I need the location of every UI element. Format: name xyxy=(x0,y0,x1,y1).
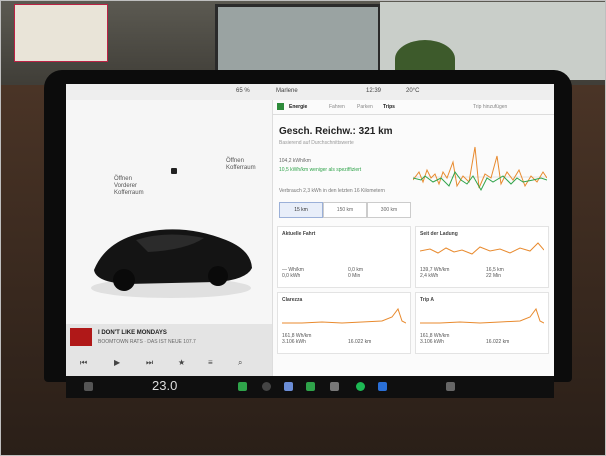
since-charge-graph xyxy=(420,242,544,255)
wall-poster xyxy=(14,4,108,62)
card-value-right: 0,0 km 0 Min xyxy=(348,267,364,279)
tab-energie[interactable]: Energie xyxy=(289,104,307,110)
station-name: BOOMTOWN RATS · DAS IST NEUE 107.7 xyxy=(98,339,196,345)
card-title: Aktuelle Fahrt xyxy=(282,231,316,237)
segment-150km[interactable]: 150 km xyxy=(323,202,367,218)
card-value-left: 161,8 Wh/km 3.106 kWh xyxy=(282,333,312,345)
segment-15km[interactable]: 15 km xyxy=(279,202,323,218)
user-profile[interactable]: Marlene xyxy=(276,88,298,94)
frunk-open-label[interactable]: Öffnen Vorderer Kofferraum xyxy=(114,176,144,197)
trip-a-graph xyxy=(420,307,544,324)
play-icon[interactable]: ▶ xyxy=(114,358,120,367)
energy-graph xyxy=(413,146,547,192)
touchscreen: 65 % Marlene 12:39 20°C Öffnen Vorderer … xyxy=(66,84,554,376)
card-value-left: 139,7 Wh/km 2,4 kWh xyxy=(420,267,450,279)
clock: 12:39 xyxy=(366,88,382,94)
card-value-right: 16.022 km xyxy=(348,339,372,345)
card-value-right: 16.022 km xyxy=(486,339,510,345)
trunk-open-label[interactable]: Öffnen Kofferraum xyxy=(226,158,256,172)
energy-panel: Energie Fahren Parken Trips Trip hinzufü… xyxy=(272,100,554,376)
range-basis: Basierend auf Durchschnittswerte xyxy=(279,140,354,146)
card-clarezza: Clarezza 161,8 Wh/km 3.106 kWh 16.022 km xyxy=(277,292,411,354)
tab-fahren[interactable]: Fahren xyxy=(329,104,345,110)
battery-level: 65 % xyxy=(236,88,250,94)
status-bar: 65 % Marlene 12:39 20°C xyxy=(66,84,554,100)
consumption-rate: 104,2 kWh/km xyxy=(279,158,311,164)
segment-300km[interactable]: 300 km xyxy=(367,202,411,218)
tab-trips[interactable]: Trips xyxy=(383,104,395,110)
card-trip-a: Trip A 161,8 Wh/km 3.106 kWh 16.022 km xyxy=(415,292,549,354)
bluetooth-icon[interactable] xyxy=(378,382,387,391)
savings-text: 10,5 kWh/km weniger als speziffiziert xyxy=(279,167,362,173)
outside-temperature: 20°C xyxy=(406,88,420,94)
taskbar: 23.0 xyxy=(66,376,554,398)
energy-icon[interactable] xyxy=(306,382,315,391)
card-title: Seit der Ladung xyxy=(420,231,458,237)
add-trip-link[interactable]: Trip hinzufügen xyxy=(473,104,507,110)
card-current-trip: Aktuelle Fahrt — Wh/km 0,0 kWh 0,0 km 0 … xyxy=(277,226,411,288)
tab-parken[interactable]: Parken xyxy=(357,104,373,110)
prev-icon[interactable]: ⏮ xyxy=(80,358,87,368)
track-title: I DON'T LIKE MONDAYS xyxy=(98,330,167,336)
media-player: I DON'T LIKE MONDAYS BOOMTOWN RATS · DAS… xyxy=(66,324,272,376)
energy-tabs: Energie Fahren Parken Trips Trip hinzufü… xyxy=(273,100,554,115)
spotify-icon[interactable] xyxy=(356,382,365,391)
apps-icon[interactable] xyxy=(284,382,293,391)
card-value-right: 16,5 km 22 Min xyxy=(486,267,504,279)
card-value-left: 161,8 Wh/km 3.106 kWh xyxy=(420,333,450,345)
office-window xyxy=(215,4,381,80)
search-icon[interactable]: ⌕ xyxy=(238,358,242,368)
card-title: Trip A xyxy=(420,297,434,303)
equalizer-icon[interactable]: ≡ xyxy=(208,358,213,367)
car-model-image xyxy=(91,229,252,298)
clarezza-graph xyxy=(282,307,406,324)
energy-app-icon xyxy=(277,103,284,110)
card-title: Clarezza xyxy=(282,297,303,303)
estimated-range: Gesch. Reichw.: 321 km xyxy=(279,126,393,137)
favorite-icon[interactable]: ★ xyxy=(178,358,185,367)
cabin-temperature[interactable]: 23.0 xyxy=(152,378,177,393)
card-value-left: — Wh/km 0,0 kWh xyxy=(282,267,304,279)
lock-icon[interactable] xyxy=(171,168,177,174)
volume-icon[interactable] xyxy=(446,382,455,391)
phone-icon[interactable] xyxy=(238,382,247,391)
next-icon[interactable]: ⏭ xyxy=(146,358,153,368)
camera-icon[interactable] xyxy=(262,382,271,391)
dots-icon[interactable] xyxy=(330,382,339,391)
album-art xyxy=(70,328,92,346)
card-since-charge: Seit der Ladung 139,7 Wh/km 2,4 kWh 16,5… xyxy=(415,226,549,288)
photo: 65 % Marlene 12:39 20°C Öffnen Vorderer … xyxy=(0,0,606,456)
car-icon[interactable] xyxy=(84,382,93,391)
consumption-summary: Verbrauch 2,3 kWh in den letzten 16 Kilo… xyxy=(279,188,385,194)
